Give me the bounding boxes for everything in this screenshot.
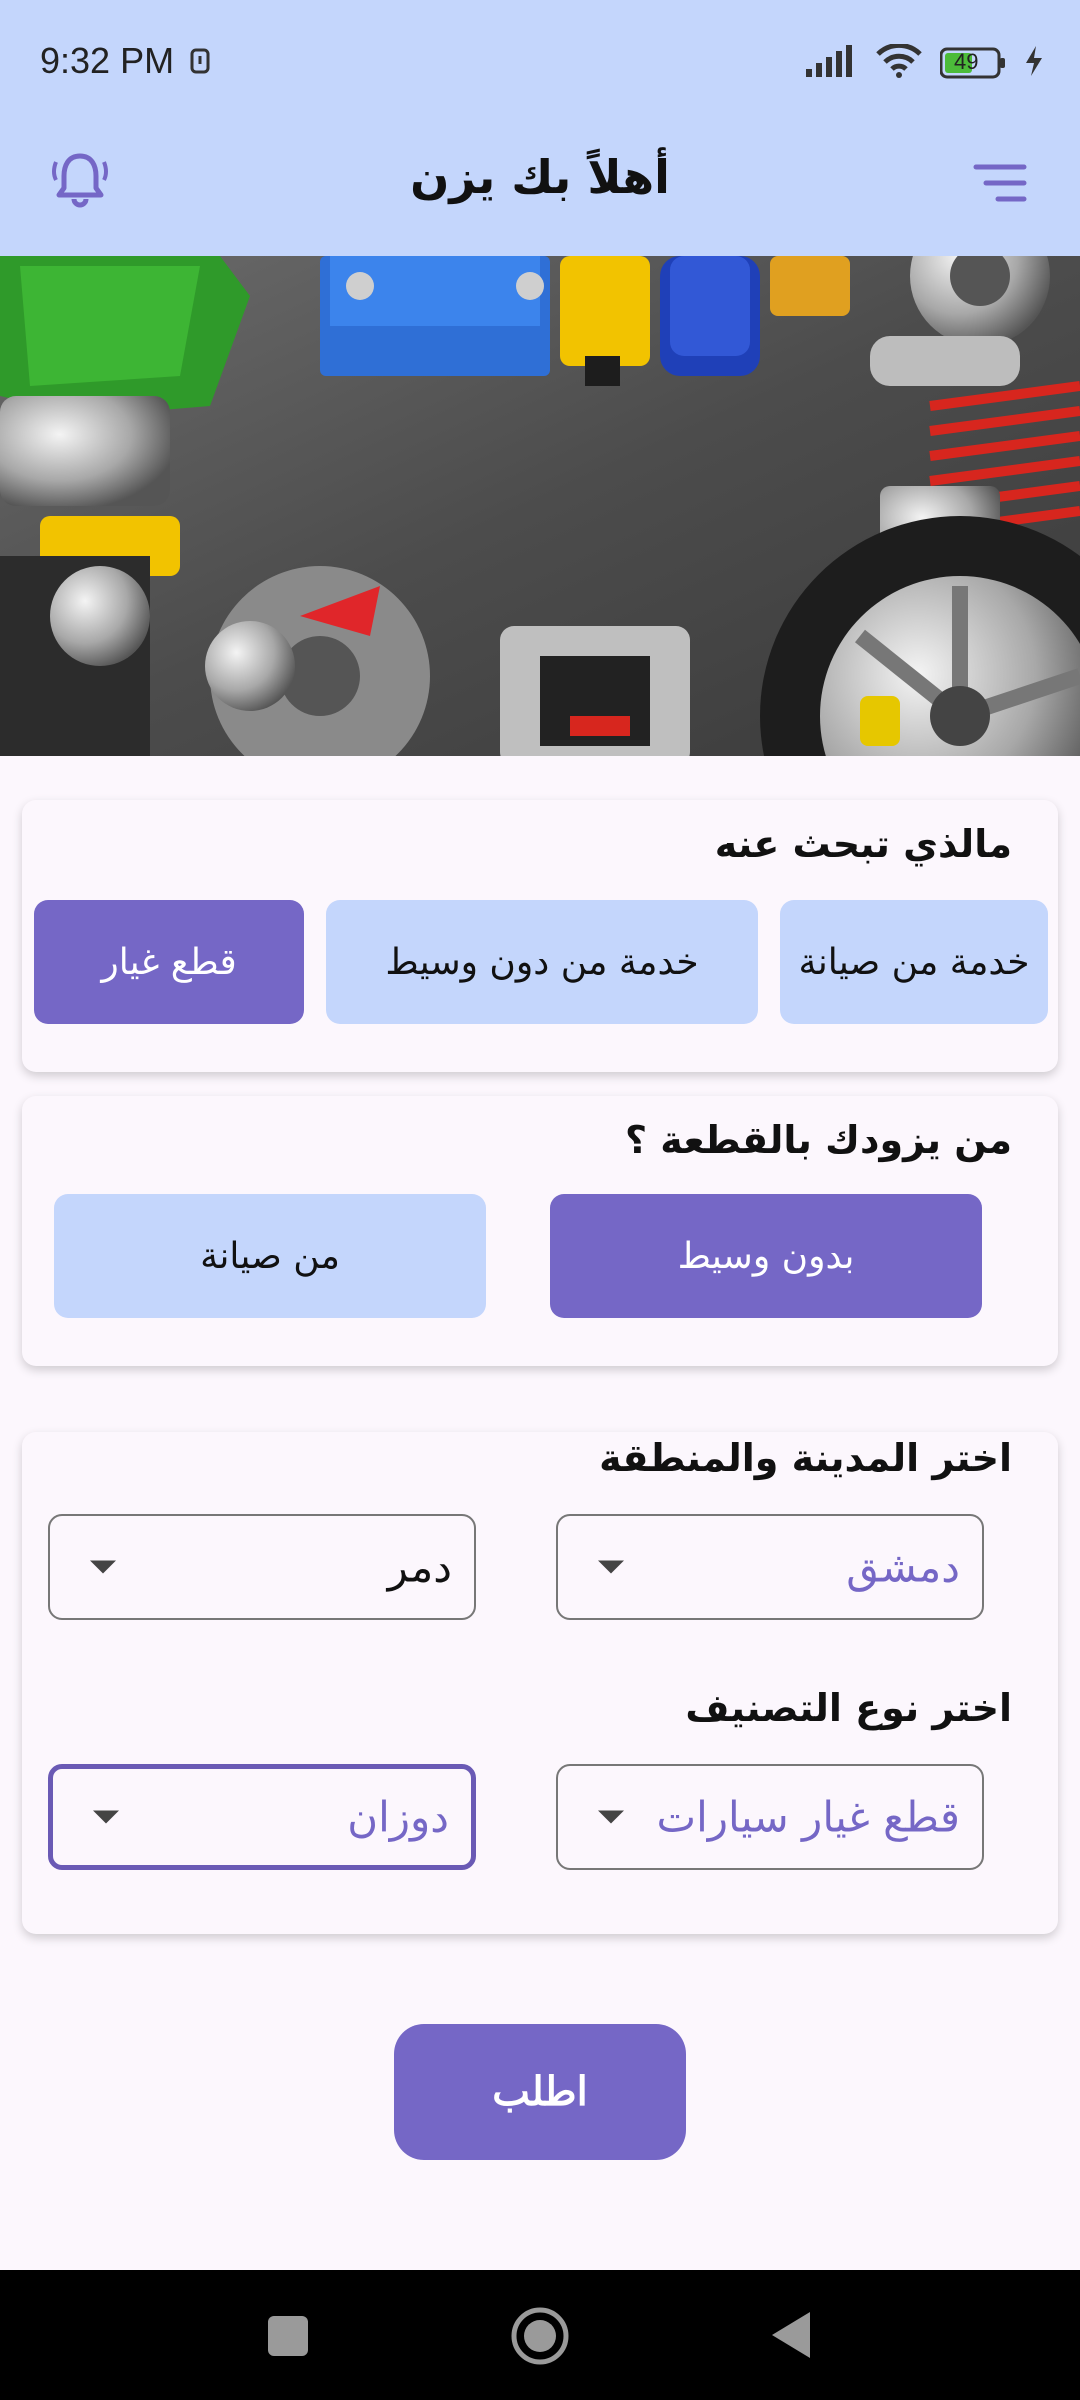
- menu-button[interactable]: [968, 156, 1032, 212]
- chevron-down-icon: [93, 1810, 119, 1824]
- category-type-dropdown[interactable]: قطع غيار سيارات: [556, 1764, 984, 1870]
- signal-icon: [806, 45, 858, 81]
- charging-icon: [1024, 46, 1044, 80]
- hero-image: [0, 256, 1080, 756]
- supplier-card: من يزودك بالقطعة ؟ بدون وسيط من صيانة: [22, 1096, 1058, 1366]
- system-nav-bar: [0, 2270, 1080, 2400]
- home-button[interactable]: [510, 2306, 570, 2370]
- option-direct-service[interactable]: خدمة من دون وسيط: [326, 900, 758, 1024]
- category-type-value: قطع غيار سيارات: [656, 1792, 960, 1842]
- search-type-card: مالذي تبحث عنه خدمة من صيانة خدمة من دون…: [22, 800, 1058, 1072]
- category-title: اختر نوع التصنيف: [685, 1686, 1012, 1730]
- wifi-icon: [876, 42, 922, 82]
- chevron-down-icon: [598, 1810, 624, 1824]
- option-from-maintenance[interactable]: من صيانة: [54, 1194, 486, 1318]
- status-bar: 9:32 PM 49: [0, 0, 1080, 128]
- area-value: دمر: [387, 1542, 452, 1592]
- option-spare-parts[interactable]: قطع غيار: [34, 900, 304, 1024]
- option-maintenance-service[interactable]: خدمة من صيانة: [780, 900, 1048, 1024]
- city-value: دمشق: [846, 1542, 960, 1592]
- battery-level: 49: [954, 49, 979, 74]
- page-title: أهلاً بك يزن: [410, 150, 670, 204]
- recents-button[interactable]: [266, 2314, 310, 2362]
- chevron-down-icon: [598, 1560, 624, 1574]
- search-type-title: مالذي تبحث عنه: [714, 822, 1012, 866]
- option-no-intermediary[interactable]: بدون وسيط: [550, 1194, 982, 1318]
- chevron-down-icon: [90, 1560, 116, 1574]
- back-button[interactable]: [768, 2310, 814, 2364]
- submit-request-button[interactable]: اطلب: [394, 2024, 686, 2160]
- supplier-title: من يزودك بالقطعة ؟: [625, 1118, 1012, 1162]
- category-sub-value: دوزان: [347, 1792, 449, 1842]
- alarm-icon: [188, 46, 212, 80]
- menu-icon: [972, 164, 1028, 208]
- battery-icon: 49: [940, 47, 1006, 79]
- location-title: اختر المدينة والمنطقة: [599, 1436, 1012, 1480]
- app-bar: أهلاً بك يزن: [0, 128, 1080, 256]
- category-sub-dropdown[interactable]: دوزان: [48, 1764, 476, 1870]
- area-dropdown[interactable]: دمر: [48, 1514, 476, 1620]
- filters-card: اختر المدينة والمنطقة دمشق دمر اختر نوع …: [22, 1432, 1058, 1934]
- city-dropdown[interactable]: دمشق: [556, 1514, 984, 1620]
- status-time: 9:32 PM: [40, 40, 175, 81]
